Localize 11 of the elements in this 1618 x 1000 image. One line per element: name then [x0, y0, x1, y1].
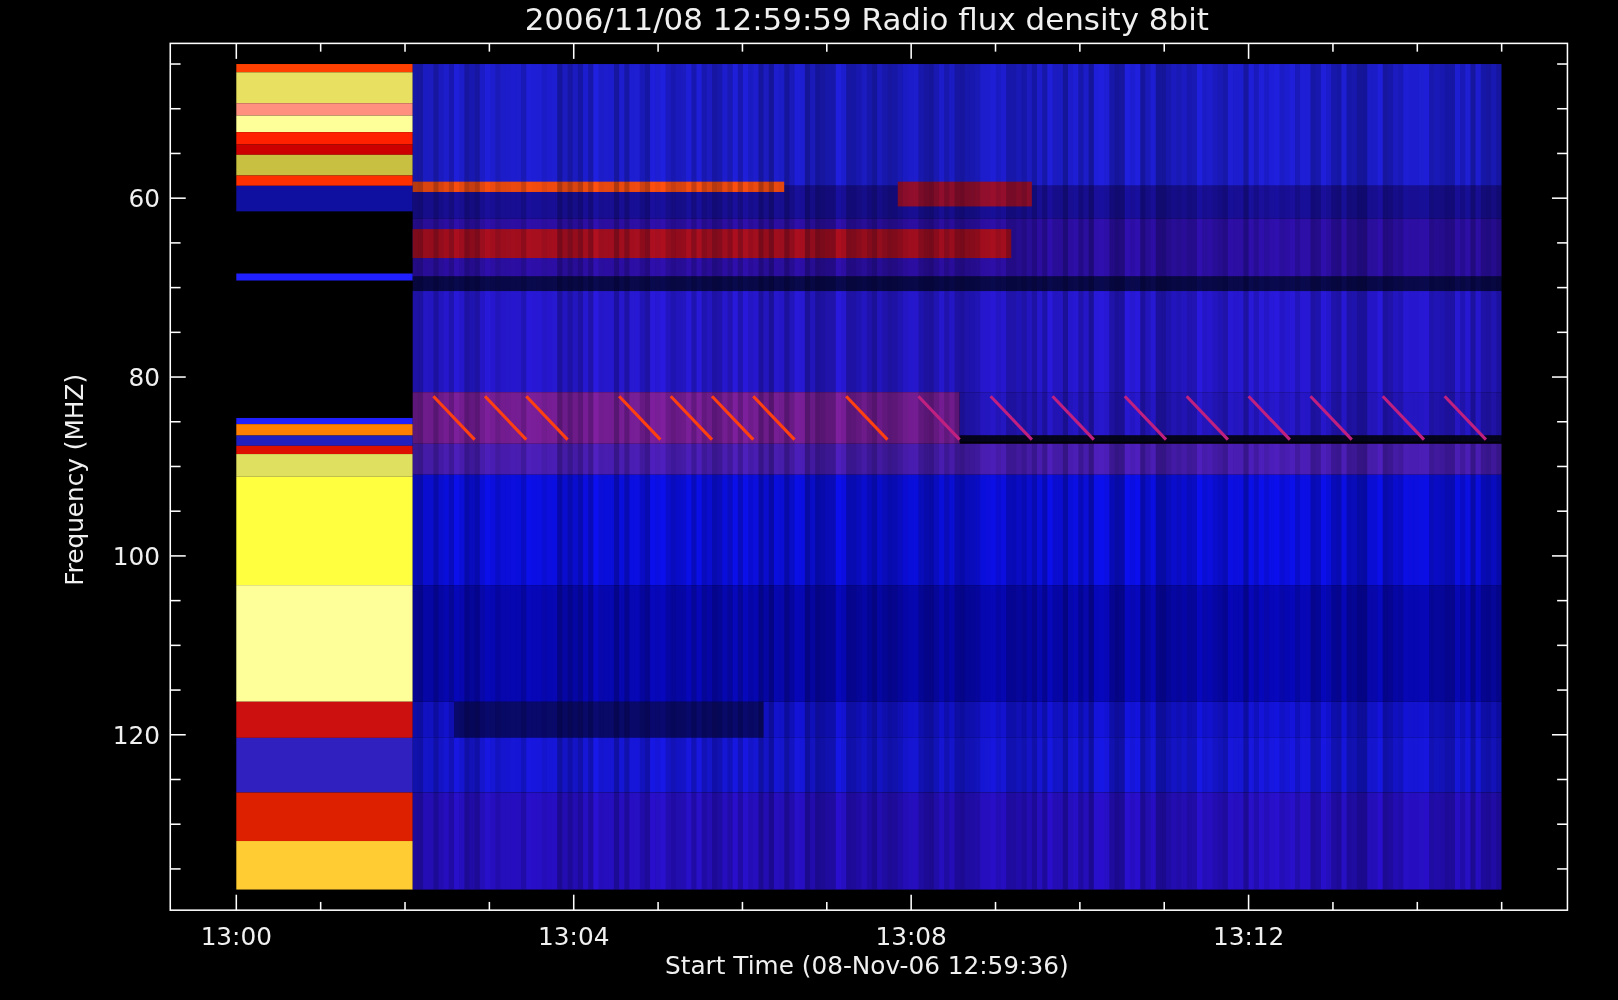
y-axis-label: Frequency (MHZ) — [59, 373, 89, 586]
x-tick-label: 13:12 — [1212, 922, 1285, 952]
y-tick-label: 80 — [128, 363, 160, 393]
y-tick-label: 120 — [112, 721, 160, 751]
x-tick-label: 13:08 — [875, 922, 947, 952]
plot-title: 2006/11/08 12:59:59 Radio flux density 8bit — [524, 1, 1209, 37]
y-tick-label: 100 — [112, 542, 160, 572]
x-tick-label: 13:04 — [538, 922, 610, 952]
x-tick-label: 13:00 — [200, 922, 272, 952]
x-axis-label: Start Time (08-Nov-06 12:59:36) — [665, 951, 1069, 981]
y-tick-label: 60 — [128, 184, 160, 214]
